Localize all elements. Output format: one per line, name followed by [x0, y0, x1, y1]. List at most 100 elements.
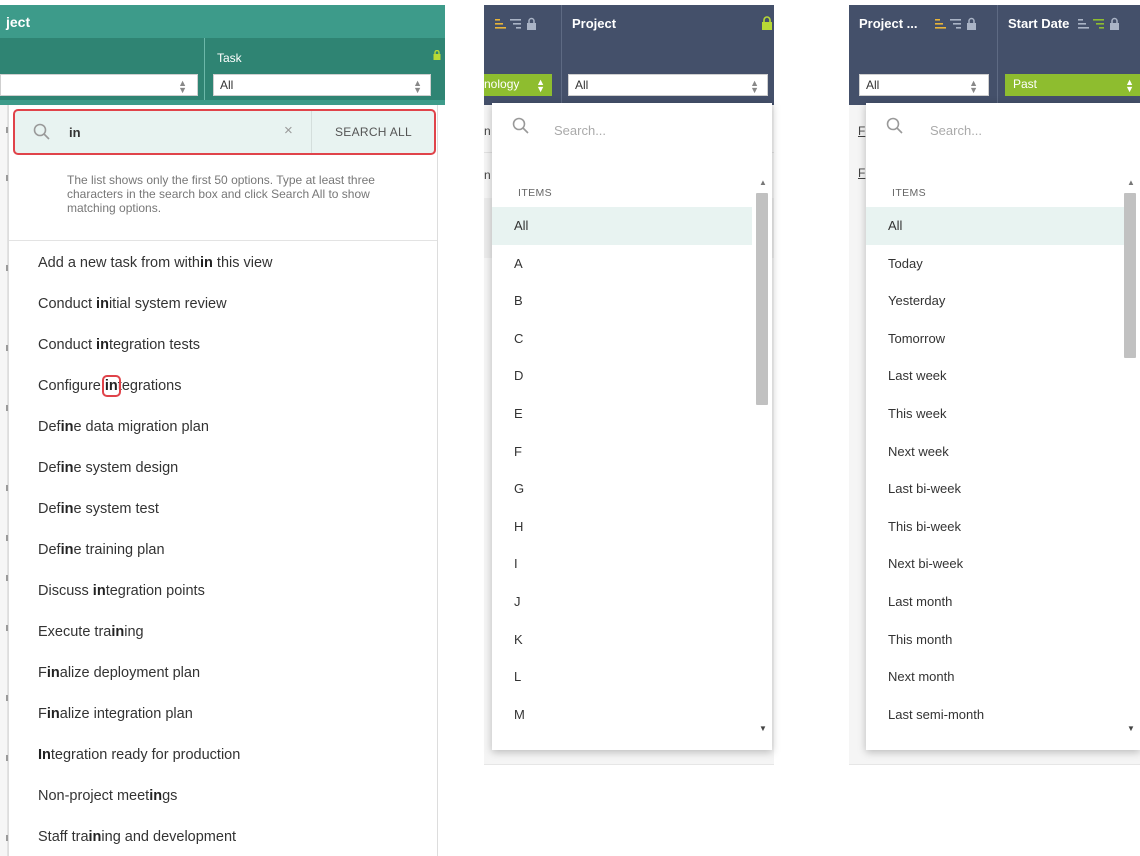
- date-option[interactable]: This bi-week: [866, 508, 1126, 546]
- task-option[interactable]: Define system test: [9, 489, 437, 530]
- date-option[interactable]: Yesterday: [866, 282, 1126, 320]
- date-option[interactable]: Next month: [866, 658, 1126, 696]
- task-option[interactable]: Configure integrations: [9, 366, 437, 407]
- search-input[interactable]: Search...: [930, 123, 982, 138]
- task-option[interactable]: Define system design: [9, 448, 437, 489]
- task-filter-value: All: [220, 78, 234, 92]
- lock-icon: [527, 17, 536, 30]
- search-match-text: in: [200, 255, 213, 271]
- task-option[interactable]: Finalize deployment plan: [9, 653, 437, 694]
- start-date-filter-select[interactable]: Past ▲ ▼: [1005, 74, 1140, 96]
- task-search-box: in × SEARCH ALL: [13, 109, 436, 155]
- option-text: Conduct: [38, 337, 97, 353]
- search-match-text: in: [46, 706, 60, 722]
- search-match-text: in: [96, 337, 109, 353]
- scrollbar[interactable]: ▲ ▼: [752, 173, 772, 743]
- task-option[interactable]: Discuss integration points: [9, 571, 437, 612]
- date-option[interactable]: All: [866, 207, 1126, 245]
- date-option[interactable]: Next week: [866, 433, 1126, 471]
- search-match-text: in: [46, 665, 60, 681]
- option-text: e system design: [73, 460, 179, 476]
- search-match-text: in: [88, 829, 102, 845]
- task-option[interactable]: Staff training and development: [9, 817, 437, 856]
- option-text: gs: [162, 788, 178, 804]
- project-option[interactable]: B: [492, 282, 752, 320]
- column-divider: [204, 38, 205, 100]
- task-option[interactable]: Conduct integration tests: [9, 325, 437, 366]
- date-option[interactable]: Last semi-month: [866, 696, 1126, 734]
- task-option[interactable]: Conduct initial system review: [9, 284, 437, 325]
- start-date-filter-dropdown: Search... ITEMS All Today Yesterday Tomorro…: [866, 103, 1140, 750]
- scroll-down-icon[interactable]: ▼: [1127, 724, 1135, 733]
- date-option[interactable]: Today: [866, 245, 1126, 283]
- project-option[interactable]: F: [492, 433, 752, 471]
- task-column-title: Task: [217, 51, 242, 65]
- search-icon: [33, 123, 50, 140]
- option-text: tegration ready for production: [50, 747, 241, 763]
- scroll-up-icon[interactable]: ▲: [1127, 178, 1135, 187]
- project-option[interactable]: A: [492, 245, 752, 283]
- task-option[interactable]: Add a new task from within this view: [9, 243, 437, 284]
- project-column-title: ject: [6, 14, 31, 30]
- sort-icons[interactable]: [933, 16, 989, 32]
- project-option[interactable]: J: [492, 583, 752, 621]
- scrollbar-thumb[interactable]: [756, 193, 768, 405]
- sort-icons[interactable]: [493, 16, 549, 32]
- search-match-text: in: [101, 375, 121, 397]
- sort-icons[interactable]: [1076, 16, 1132, 32]
- task-option[interactable]: Execute training: [9, 612, 437, 653]
- lock-icon[interactable]: [433, 49, 441, 63]
- project-option[interactable]: All: [492, 207, 752, 245]
- option-text: Def: [38, 501, 61, 517]
- date-option[interactable]: Tomorrow: [866, 320, 1126, 358]
- project-option[interactable]: L: [492, 658, 752, 696]
- scroll-down-icon[interactable]: ▼: [759, 724, 767, 733]
- project-option[interactable]: K: [492, 621, 752, 659]
- option-text: Def: [38, 460, 61, 476]
- lock-icon: [967, 17, 976, 30]
- option-text: Conduct: [38, 296, 97, 312]
- search-all-button[interactable]: SEARCH ALL: [311, 111, 436, 153]
- select-arrows-icon: ▲ ▼: [413, 78, 422, 95]
- option-text: tegrations: [117, 378, 182, 394]
- clear-search-icon[interactable]: ×: [284, 122, 293, 139]
- project-option[interactable]: I: [492, 545, 752, 583]
- project-option[interactable]: C: [492, 320, 752, 358]
- search-input[interactable]: Search...: [554, 123, 606, 138]
- task-option[interactable]: Define data migration plan: [9, 407, 437, 448]
- option-text: Configure: [38, 378, 105, 394]
- scrollbar-thumb[interactable]: [1124, 193, 1136, 358]
- project-filter-select[interactable]: All ▲ ▼: [859, 74, 989, 96]
- category-filter-select[interactable]: nology ▲ ▼: [484, 74, 552, 96]
- project-option[interactable]: E: [492, 395, 752, 433]
- select-arrows-icon: ▲ ▼: [969, 78, 978, 95]
- task-option[interactable]: Finalize integration plan: [9, 694, 437, 735]
- start-date-filter-value: Past: [1013, 77, 1038, 91]
- lock-icon[interactable]: [761, 16, 773, 30]
- date-option[interactable]: Last bi-week: [866, 470, 1126, 508]
- start-date-column-title: Start Date: [1008, 16, 1070, 31]
- project-option[interactable]: M: [492, 696, 752, 734]
- search-icon: [512, 117, 529, 134]
- date-option[interactable]: This week: [866, 395, 1126, 433]
- search-input[interactable]: in: [69, 125, 81, 140]
- date-option[interactable]: Last week: [866, 357, 1126, 395]
- project-option[interactable]: H: [492, 508, 752, 546]
- sort-ascending-icon: [1078, 19, 1089, 29]
- date-option[interactable]: This month: [866, 621, 1126, 659]
- project-option[interactable]: G: [492, 470, 752, 508]
- scroll-up-icon[interactable]: ▲: [759, 178, 767, 187]
- project-filter-select[interactable]: ▲ ▼: [0, 74, 198, 96]
- scrollbar[interactable]: ▲ ▼: [1120, 173, 1140, 743]
- task-filter-select[interactable]: All ▲ ▼: [213, 74, 431, 96]
- project-filter-select[interactable]: All ▲ ▼: [568, 74, 768, 96]
- task-option[interactable]: Non-project meetings: [9, 776, 437, 817]
- date-option[interactable]: Last month: [866, 583, 1126, 621]
- task-option[interactable]: Integration ready for production: [9, 735, 437, 776]
- date-option[interactable]: Next bi-week: [866, 545, 1126, 583]
- task-option[interactable]: Define training plan: [9, 530, 437, 571]
- option-text: ing and development: [101, 829, 237, 845]
- lock-icon: [1110, 17, 1119, 30]
- project-option[interactable]: D: [492, 357, 752, 395]
- items-section-label: ITEMS: [892, 187, 927, 199]
